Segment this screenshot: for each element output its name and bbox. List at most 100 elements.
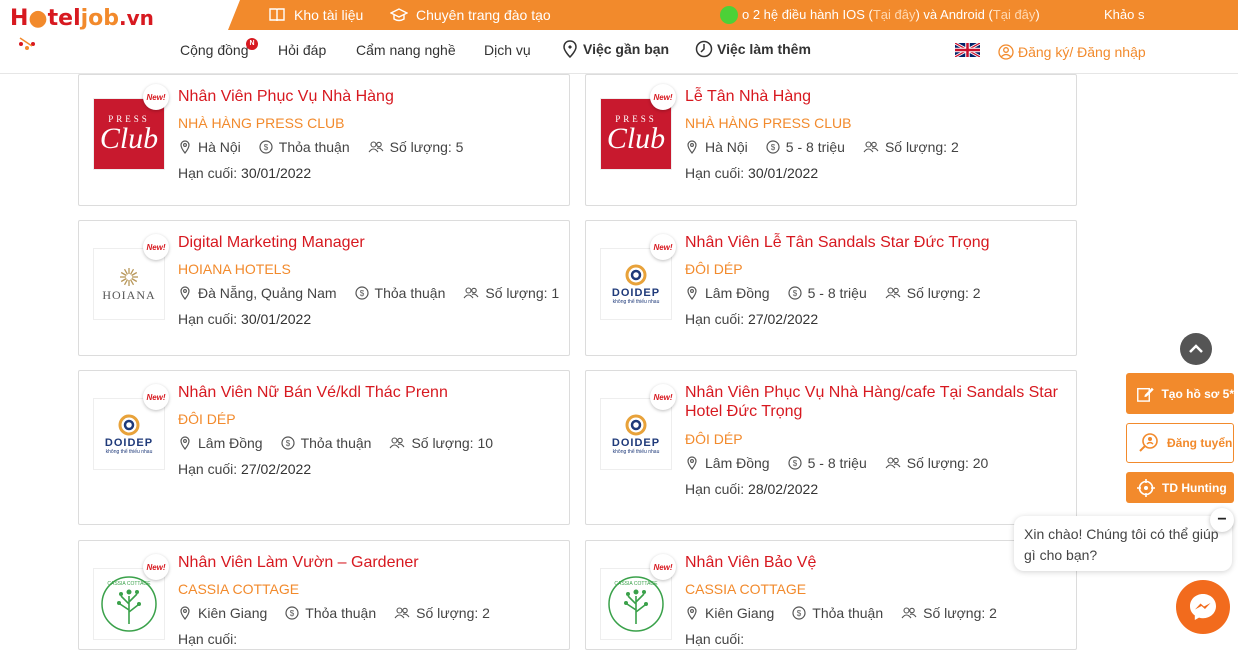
nav-part-time[interactable]: Việc làm thêm xyxy=(695,40,811,58)
job-title-link[interactable]: Nhân Viên Phục Vụ Nhà Hàng/cafe Tại Sand… xyxy=(685,383,1064,421)
job-location: Hà Nội xyxy=(198,139,241,155)
job-quantity: Số lượng: 20 xyxy=(906,455,989,471)
job-quantity: Số lượng: 2 xyxy=(923,605,997,621)
logo-letter: tel xyxy=(47,6,81,31)
deadline-label: Hạn cuối: xyxy=(178,631,238,647)
company-name-link[interactable]: NHÀ HÀNG PRESS CLUB xyxy=(178,115,344,131)
post-job-label: Đăng tuyển xyxy=(1167,436,1233,450)
deadline-value: 27/02/2022 xyxy=(748,311,819,327)
scroll-to-top-button[interactable] xyxy=(1180,333,1212,365)
job-salary: 5 - 8 triệu xyxy=(785,139,845,155)
nav-handbook-label: Cẩm nang nghề xyxy=(356,42,456,58)
job-title-link[interactable]: Lễ Tân Nhà Hàng xyxy=(685,87,1064,106)
online-status-icon xyxy=(720,6,738,24)
english-flag-icon[interactable] xyxy=(955,43,980,57)
graduation-cap-icon xyxy=(390,8,408,22)
job-card[interactable]: DOIDEP không thể thiếu nhau New! Nhân Vi… xyxy=(78,370,570,525)
job-title-link[interactable]: Digital Marketing Manager xyxy=(178,233,557,252)
company-name-link[interactable]: CASSIA COTTAGE xyxy=(685,581,806,597)
money-icon: $ xyxy=(285,606,299,620)
job-card[interactable]: PRESS Club New! Lễ Tân Nhà Hàng NHÀ HÀNG… xyxy=(585,74,1077,206)
logo-tagline: không thể thiếu nhau xyxy=(612,299,660,305)
hoiana-logo: HOIANA xyxy=(102,266,155,303)
new-badge-text: New! xyxy=(146,242,166,252)
deadline-label: Hạn cuối: xyxy=(685,311,745,327)
new-badge-text: New! xyxy=(146,562,166,572)
company-name-link[interactable]: ĐÔI DÉP xyxy=(178,411,236,427)
nav-services[interactable]: Dịch vụ xyxy=(484,42,531,58)
close-icon: − xyxy=(1217,511,1227,528)
company-name-link[interactable]: HOIANA HOTELS xyxy=(178,261,291,277)
doidep-logo: DOIDEP không thể thiếu nhau xyxy=(105,413,153,455)
job-title-link[interactable]: Nhân Viên Nữ Bán Vé/kdl Thác Prenn xyxy=(178,383,557,402)
job-card[interactable]: HOIANA New! Digital Marketing Manager HO… xyxy=(78,220,570,356)
messenger-chat-button[interactable] xyxy=(1176,580,1230,634)
docs-link[interactable]: Kho tài liệu xyxy=(268,6,363,24)
td-hunting-button[interactable]: TD Hunting xyxy=(1126,472,1234,503)
nav-jobs-nearby[interactable]: Việc gần bạn xyxy=(561,40,669,58)
people-icon xyxy=(885,287,901,299)
job-salary: Thỏa thuận xyxy=(305,605,377,621)
job-card[interactable]: CASSIA COTTAGE New! Nhân Viên Làm Vườn –… xyxy=(78,540,570,650)
new-badge-text: New! xyxy=(146,92,166,102)
chat-greeting-bubble[interactable]: Xin chào! Chúng tôi có thể giúp gì cho b… xyxy=(1014,516,1232,571)
logo-letter: H xyxy=(10,6,29,31)
search-person-icon xyxy=(1139,433,1158,452)
job-title-link[interactable]: Nhân Viên Lễ Tân Sandals Star Đức Trọng xyxy=(685,233,1064,252)
survey-label: Khảo s xyxy=(1104,7,1145,22)
create-cv-button[interactable]: Tạo hồ sơ 5* xyxy=(1126,373,1234,414)
android-download-link[interactable]: Tại đây xyxy=(993,7,1036,22)
survey-link[interactable]: Khảo s xyxy=(1104,7,1144,22)
messenger-icon xyxy=(1190,594,1216,620)
svg-text:$: $ xyxy=(264,143,269,152)
company-name-link[interactable]: NHÀ HÀNG PRESS CLUB xyxy=(685,115,851,131)
nav-part-time-label: Việc làm thêm xyxy=(717,41,811,57)
job-salary: 5 - 8 triệu xyxy=(807,285,867,301)
chat-close-button[interactable]: − xyxy=(1210,508,1234,532)
job-card[interactable]: PRESS Club New! Nhân Viên Phục Vụ Nhà Hà… xyxy=(78,74,570,206)
people-icon xyxy=(863,141,879,153)
doidep-logo: DOIDEP không thể thiếu nhau xyxy=(612,413,660,455)
job-card[interactable]: CASSIA COTTAGE New! Nhân Viên Bảo Vệ CAS… xyxy=(585,540,1077,650)
tree-icon: CASSIA COTTAGE xyxy=(608,576,664,632)
training-link[interactable]: Chuyên trang đào tạo xyxy=(390,6,551,24)
app-download-marquee: o 2 hệ điều hành IOS (Tại đây) và Androi… xyxy=(742,7,1072,22)
marquee-text: ) và Android ( xyxy=(915,7,993,22)
post-job-button[interactable]: Đăng tuyển xyxy=(1126,423,1234,463)
new-badge: New! xyxy=(650,234,676,260)
job-title-link[interactable]: Nhân Viên Phục Vụ Nhà Hàng xyxy=(178,87,557,106)
clock-icon xyxy=(695,40,713,58)
job-title-link[interactable]: Nhân Viên Bảo Vệ xyxy=(685,553,1064,572)
company-name-link[interactable]: ĐÔI DÉP xyxy=(685,431,743,447)
ios-download-link[interactable]: Tại đây xyxy=(873,7,916,22)
location-icon xyxy=(180,436,190,450)
job-location: Kiên Giang xyxy=(705,605,775,621)
job-title-link[interactable]: Nhân Viên Làm Vườn – Gardener xyxy=(178,553,557,572)
deadline-label: Hạn cuối: xyxy=(685,165,745,181)
job-meta: Lâm Đồng $ Thỏa thuận Số lượng: 10 xyxy=(178,435,493,451)
doidep-mark-icon xyxy=(625,264,647,286)
new-badge: New! xyxy=(143,234,169,260)
nav-handbook[interactable]: Cẩm nang nghề xyxy=(356,42,456,58)
location-pin-icon xyxy=(563,40,577,58)
job-card[interactable]: DOIDEP không thể thiếu nhau New! Nhân Vi… xyxy=(585,370,1077,525)
money-icon: $ xyxy=(792,606,806,620)
job-deadline: Hạn cuối: xyxy=(178,631,237,647)
company-name-link[interactable]: CASSIA COTTAGE xyxy=(178,581,299,597)
job-card[interactable]: DOIDEP không thể thiếu nhau New! Nhân Vi… xyxy=(585,220,1077,356)
new-badge: N xyxy=(246,38,258,50)
money-icon: $ xyxy=(766,140,780,154)
login-link[interactable]: Đăng ký/ Đăng nhập xyxy=(998,44,1146,60)
nav-qa[interactable]: Hỏi đáp xyxy=(278,42,326,58)
job-salary: Thỏa thuận xyxy=(812,605,884,621)
nav-community[interactable]: Cộng đồng N xyxy=(180,38,258,58)
money-icon: $ xyxy=(354,286,369,300)
nav-jobs-nearby-label: Việc gần bạn xyxy=(583,41,670,57)
sun-flower-icon xyxy=(119,267,138,286)
cassia-logo: CASSIA COTTAGE xyxy=(606,574,666,634)
job-location: Đà Nẵng, Quảng Nam xyxy=(198,285,337,301)
company-name-link[interactable]: ĐÔI DÉP xyxy=(685,261,743,277)
user-icon xyxy=(998,44,1014,60)
job-quantity: Số lượng: 2 xyxy=(884,139,959,155)
job-salary: 5 - 8 triệu xyxy=(807,455,867,471)
